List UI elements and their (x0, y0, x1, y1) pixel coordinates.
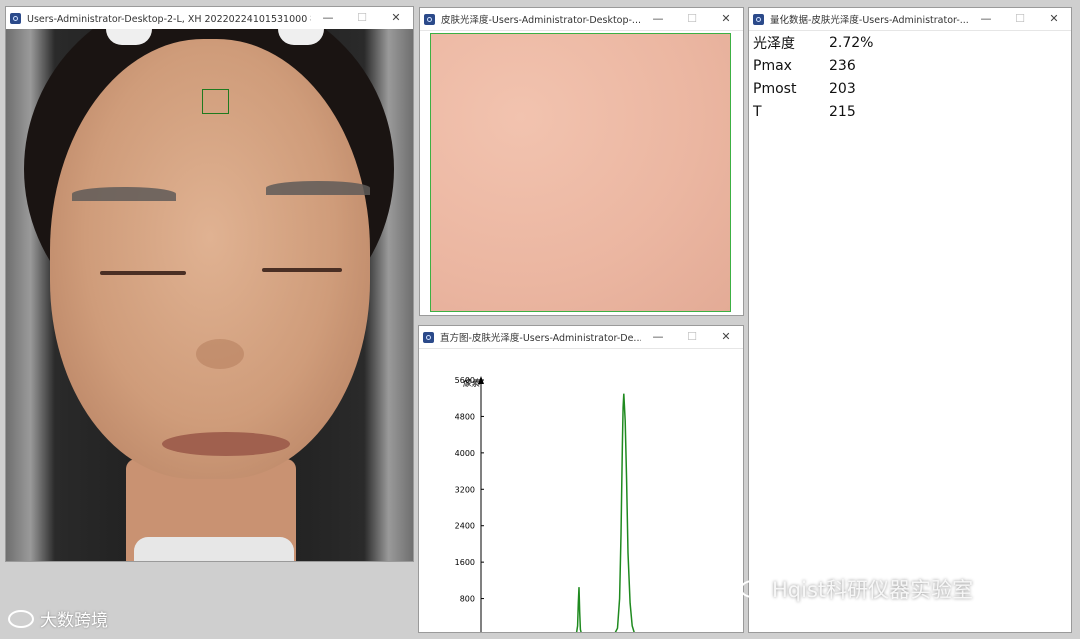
title-bar[interactable]: 直方图-皮肤光泽度-Users-Administrator-De... — ☐ … (419, 326, 743, 349)
metric-label: 光泽度 (753, 35, 795, 52)
face-image-window: Users-Administrator-Desktop-2-L, XH 2022… (5, 6, 414, 562)
y-tick-label: 3200 (455, 485, 475, 494)
metric-label: Pmax (753, 57, 792, 74)
title-bar[interactable]: Users-Administrator-Desktop-2-L, XH 2022… (6, 7, 413, 30)
window-title: 量化数据-皮肤光泽度-Users-Administrator-... (770, 15, 969, 26)
metric-row-pmost: Pmost 203 (753, 77, 873, 100)
app-icon (423, 331, 434, 343)
window-title: 皮肤光泽度-Users-Administrator-Desktop-... (441, 15, 641, 26)
minimize-button[interactable]: — (641, 8, 675, 30)
wechat-logo-icon (740, 580, 766, 598)
y-tick-label: 1600 (455, 558, 475, 567)
skin-zoom-window: 皮肤光泽度-Users-Administrator-Desktop-... — … (419, 7, 744, 316)
y-tick-label: 800 (460, 595, 475, 604)
y-tick-label: 2400 (455, 522, 475, 531)
app-icon (10, 12, 21, 24)
metric-row-t: T 215 (753, 100, 873, 123)
metric-value: 2.72% (829, 34, 874, 51)
y-tick-label: 4000 (455, 449, 475, 458)
watermark-right: Hqist科研仪器实验室 (740, 574, 973, 604)
histogram-window: 直方图-皮肤光泽度-Users-Administrator-De... — ☐ … (418, 325, 744, 633)
histogram-series-line (575, 393, 635, 632)
collar (134, 537, 294, 561)
metrics-list: 光泽度 2.72% Pmax 236 Pmost 203 T 215 (753, 31, 873, 123)
watermark-left-text: 大数跨境 (40, 611, 108, 631)
face-photo[interactable] (6, 29, 413, 561)
metric-row-gloss: 光泽度 2.72% (753, 31, 873, 54)
close-button[interactable]: ✕ (379, 7, 413, 29)
brand-logo-icon (8, 609, 34, 628)
y-tick-label: 4800 (455, 412, 475, 421)
metric-value: 203 (829, 80, 856, 97)
metrics-window: 量化数据-皮肤光泽度-Users-Administrator-... — ☐ ✕… (748, 7, 1072, 633)
metric-label: T (753, 103, 762, 120)
maximize-button[interactable]: ☐ (345, 7, 379, 29)
app-icon (424, 13, 435, 25)
maximize-button[interactable]: ☐ (675, 326, 709, 348)
close-button[interactable]: ✕ (709, 8, 743, 30)
close-button[interactable]: ✕ (709, 326, 743, 348)
maximize-button[interactable]: ☐ (1003, 8, 1037, 30)
minimize-button[interactable]: — (969, 8, 1003, 30)
mouth (162, 432, 290, 456)
eyebrow-left (72, 187, 176, 201)
eyebrow-right (266, 181, 370, 195)
title-bar[interactable]: 皮肤光泽度-Users-Administrator-Desktop-... — … (420, 8, 743, 31)
metric-value: 215 (829, 103, 856, 120)
metric-label: Pmost (753, 80, 797, 97)
histogram-chart: 像素 灰度 O 80016002400320040004800560050100… (455, 376, 635, 632)
eye-right (262, 268, 342, 272)
minimize-button[interactable]: — (641, 326, 675, 348)
metric-value: 236 (829, 57, 856, 74)
title-bar[interactable]: 量化数据-皮肤光泽度-Users-Administrator-... — ☐ ✕ (749, 8, 1071, 31)
watermark-right-text: Hqist科研仪器实验室 (772, 578, 974, 602)
eye-left (100, 271, 186, 275)
nose (196, 339, 244, 369)
selection-roi-box[interactable] (202, 89, 229, 114)
maximize-button[interactable]: ☐ (675, 8, 709, 30)
window-title: Users-Administrator-Desktop-2-L, XH 2022… (27, 14, 311, 25)
skin-zoom-image (430, 33, 731, 312)
watermark-left: 大数跨境 (8, 606, 108, 631)
window-title: 直方图-皮肤光泽度-Users-Administrator-De... (440, 333, 641, 344)
minimize-button[interactable]: — (311, 7, 345, 29)
y-tick-label: 5600 (455, 376, 475, 385)
close-button[interactable]: ✕ (1037, 8, 1071, 30)
metric-row-pmax: Pmax 236 (753, 54, 873, 77)
app-icon (753, 13, 764, 25)
